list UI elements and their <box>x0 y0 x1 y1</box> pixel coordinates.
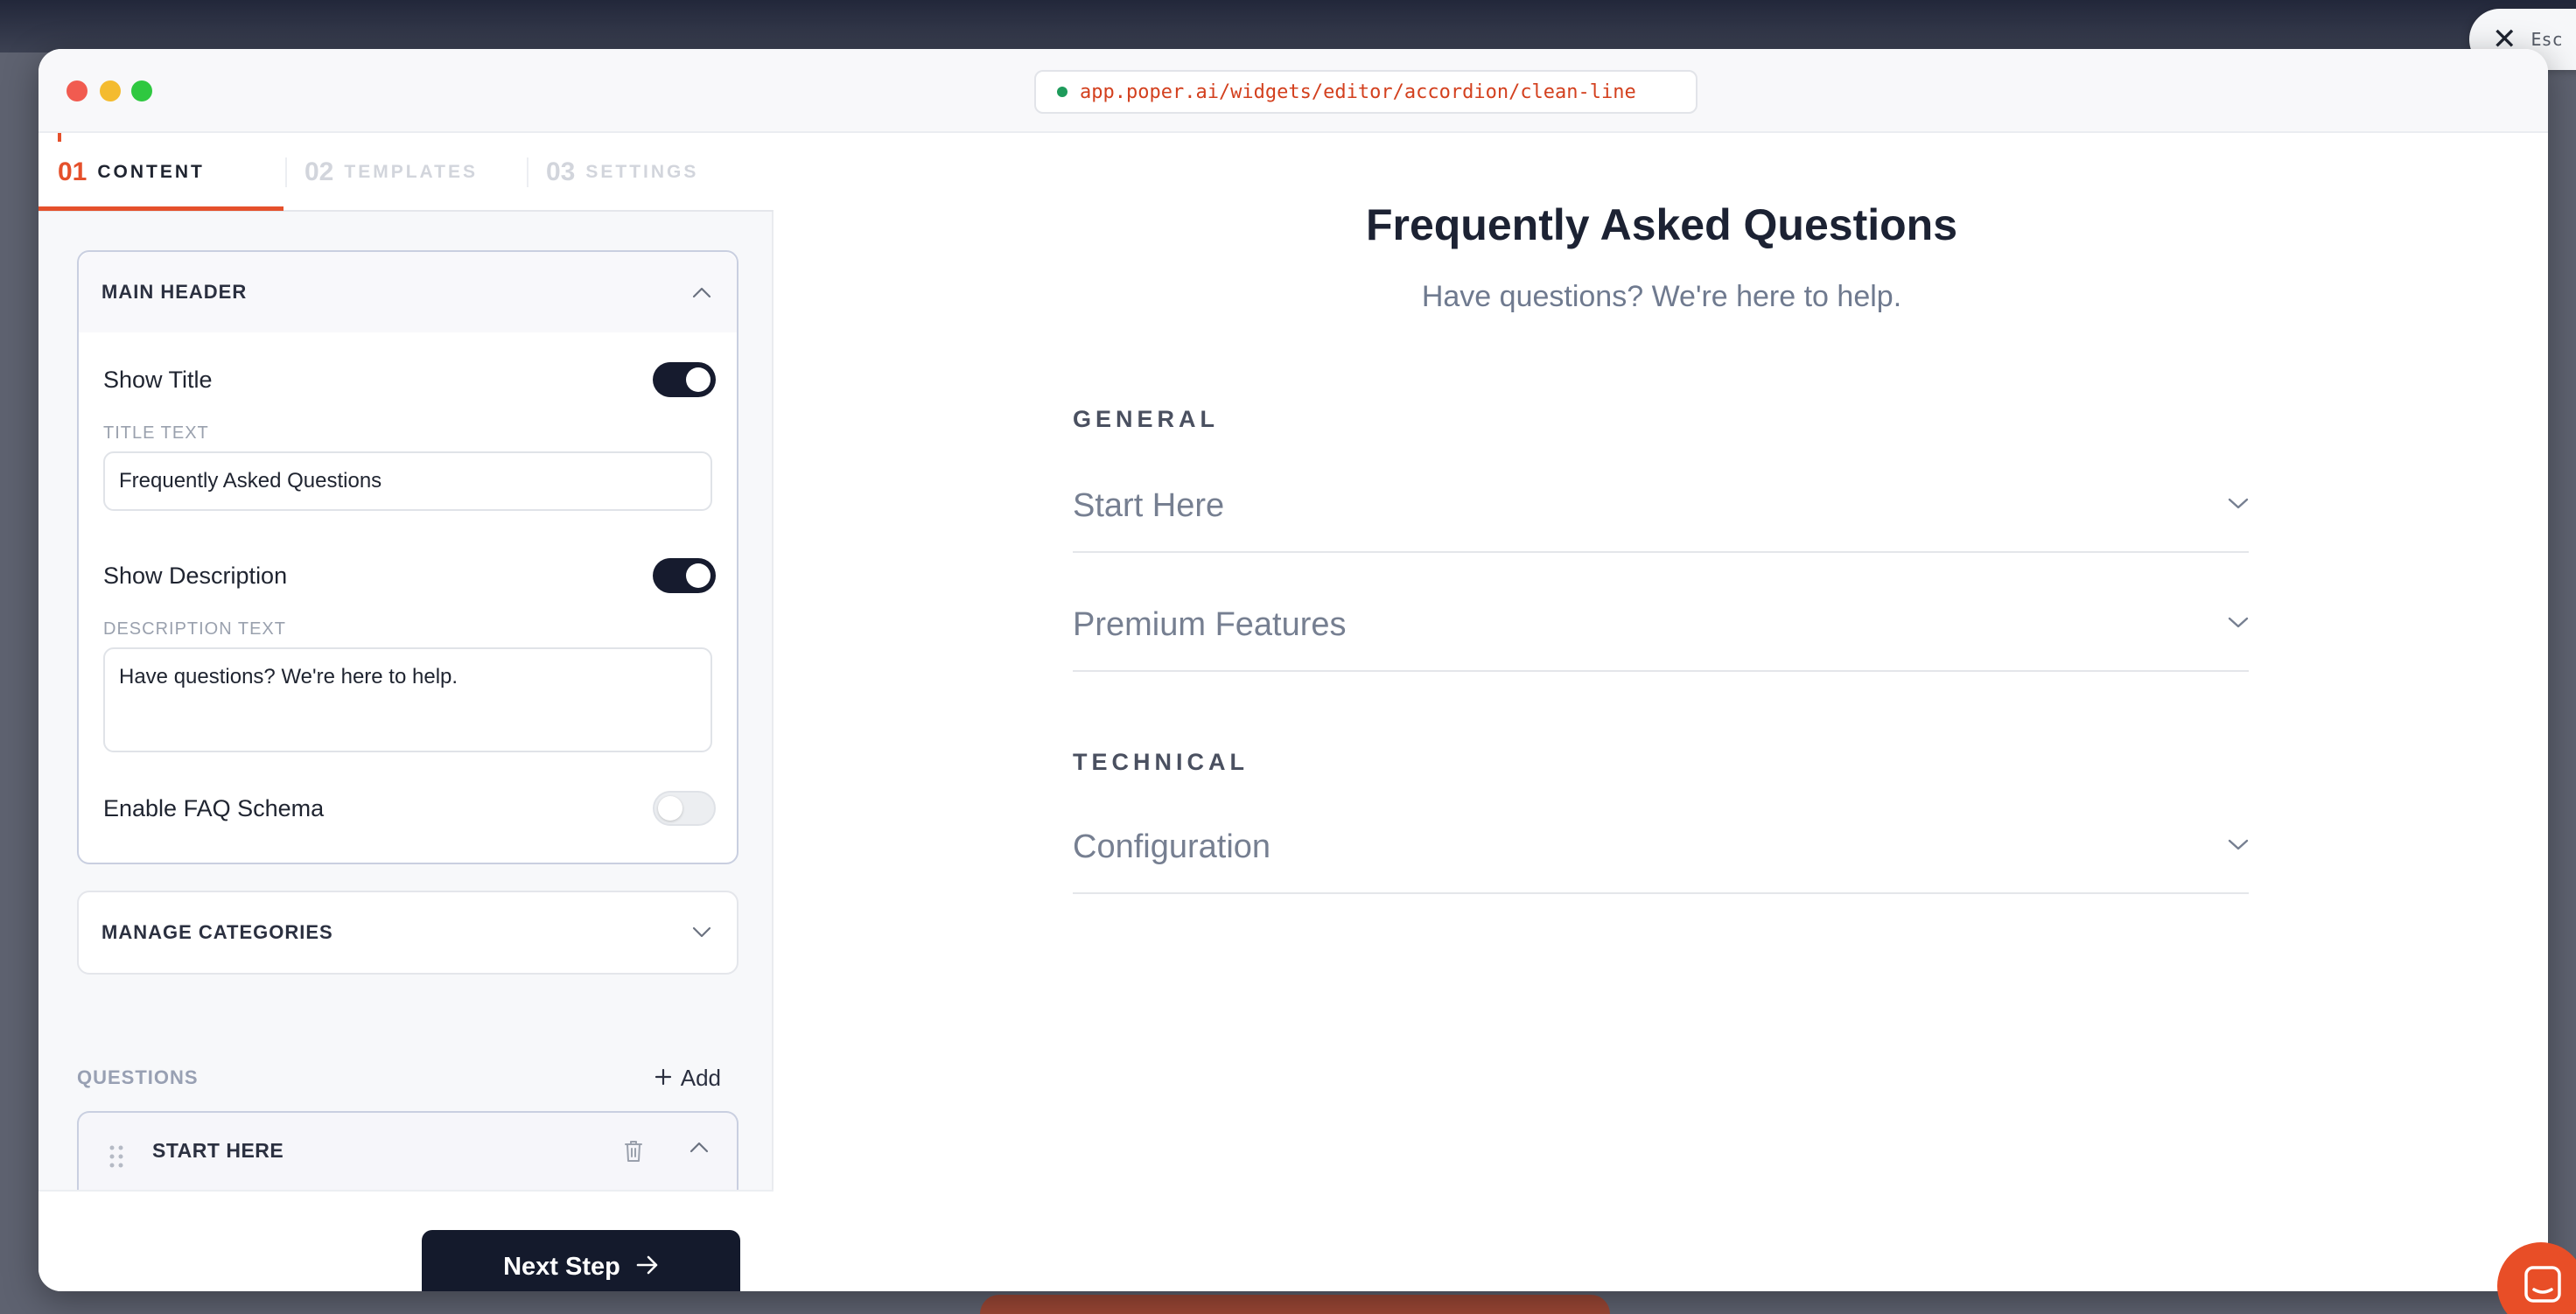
faq-question-label: Configuration <box>1073 828 1271 865</box>
editor-sidebar: 01 CONTENT 02 TEMPLATES 03 SETTINGS MAIN… <box>38 133 774 1291</box>
main-header-panel: MAIN HEADER Show Title TITLE TEXT Show D… <box>77 250 738 864</box>
tab-number: 03 <box>546 157 576 186</box>
chat-icon <box>2524 1265 2562 1308</box>
window-minimize-dot[interactable] <box>100 80 121 101</box>
window-maximize-dot[interactable] <box>131 80 152 101</box>
chevron-up-icon <box>690 280 714 304</box>
chevron-down-icon <box>2228 617 2249 633</box>
window-close-dot[interactable] <box>66 80 88 101</box>
secure-indicator-icon <box>1057 87 1068 97</box>
tab-label: CONTENT <box>97 162 205 182</box>
faq-accordion-item[interactable]: Start Here <box>1073 460 2249 553</box>
url-text: app.poper.ai/widgets/editor/accordion/cl… <box>1080 80 1636 103</box>
chevron-up-icon[interactable] <box>690 1141 709 1157</box>
faq-accordion-item[interactable]: Configuration <box>1073 801 2249 894</box>
tab-templates[interactable]: 02 TEMPLATES <box>304 133 478 212</box>
faq-schema-label: Enable FAQ Schema <box>103 794 325 821</box>
toggle-knob <box>658 796 682 821</box>
toggle-knob <box>686 367 710 392</box>
description-text-label: DESCRIPTION TEXT <box>103 619 286 639</box>
category-heading: TECHNICAL <box>1073 749 1249 775</box>
widget-preview: Frequently Asked Questions Have question… <box>775 133 2548 1291</box>
url-bar[interactable]: app.poper.ai/widgets/editor/accordion/cl… <box>1034 70 1698 114</box>
description-textarea[interactable]: Have questions? We're here to help. <box>103 647 712 752</box>
show-title-label: Show Title <box>103 366 213 393</box>
show-description-row: Show Description <box>103 549 716 602</box>
manage-categories-panel: MANAGE CATEGORIES <box>77 891 738 975</box>
step-tabs: 01 CONTENT 02 TEMPLATES 03 SETTINGS <box>38 133 774 212</box>
show-description-toggle[interactable] <box>653 558 716 593</box>
show-title-toggle[interactable] <box>653 362 716 397</box>
next-step-label: Next Step <box>503 1252 620 1281</box>
chevron-down-icon <box>2228 498 2249 514</box>
main-header-toggle[interactable]: MAIN HEADER <box>79 252 737 332</box>
show-description-label: Show Description <box>103 562 288 589</box>
question-title: START HERE <box>152 1139 284 1162</box>
tab-number: 02 <box>304 157 334 186</box>
sidebar-footer: Next Step <box>38 1190 774 1291</box>
next-step-button[interactable]: Next Step <box>422 1230 740 1291</box>
trash-icon[interactable] <box>623 1139 644 1168</box>
active-tab-underline <box>38 206 284 211</box>
show-title-row: Show Title <box>103 353 716 406</box>
questions-header: QUESTIONS Add <box>77 1052 738 1104</box>
category-heading: GENERAL <box>1073 406 1220 432</box>
tab-label: SETTINGS <box>585 162 699 182</box>
window-titlebar: app.poper.ai/widgets/editor/accordion/cl… <box>38 49 2548 133</box>
drag-handle-icon[interactable] <box>108 1144 124 1173</box>
tab-divider <box>527 157 528 187</box>
title-text-label: TITLE TEXT <box>103 423 209 443</box>
chevron-down-icon <box>690 920 714 945</box>
manage-categories-toggle[interactable]: MANAGE CATEGORIES <box>79 892 737 973</box>
esc-label: Esc <box>2530 29 2563 50</box>
faq-question-label: Premium Features <box>1073 605 1347 643</box>
tab-label: TEMPLATES <box>344 162 478 182</box>
questions-label: QUESTIONS <box>77 1066 199 1088</box>
faq-title: Frequently Asked Questions <box>1365 200 1958 249</box>
arrow-right-icon <box>636 1253 659 1282</box>
add-question-button[interactable]: Add <box>654 1065 738 1092</box>
faq-description: Have questions? We're here to help. <box>1421 280 1902 313</box>
faq-question-label: Start Here <box>1073 486 1225 524</box>
faq-schema-row: Enable FAQ Schema <box>103 782 716 835</box>
faq-accordion-item[interactable]: Premium Features <box>1073 579 2249 672</box>
backdrop-top <box>0 0 2576 52</box>
title-text-input[interactable] <box>103 451 712 511</box>
chevron-down-icon <box>2228 839 2249 856</box>
tab-number: 01 <box>58 157 88 186</box>
editor-window: app.poper.ai/widgets/editor/accordion/cl… <box>38 49 2548 1291</box>
add-label: Add <box>680 1064 721 1091</box>
backdrop-glow <box>980 1295 1610 1314</box>
panel-title: MANAGE CATEGORIES <box>102 921 333 943</box>
tab-content[interactable]: 01 CONTENT <box>58 133 205 212</box>
tab-divider <box>285 157 287 187</box>
faq-schema-toggle[interactable] <box>653 791 716 826</box>
panel-title: MAIN HEADER <box>102 281 248 303</box>
plus-icon <box>654 1065 672 1092</box>
tab-settings[interactable]: 03 SETTINGS <box>546 133 698 212</box>
toggle-knob <box>686 563 710 588</box>
